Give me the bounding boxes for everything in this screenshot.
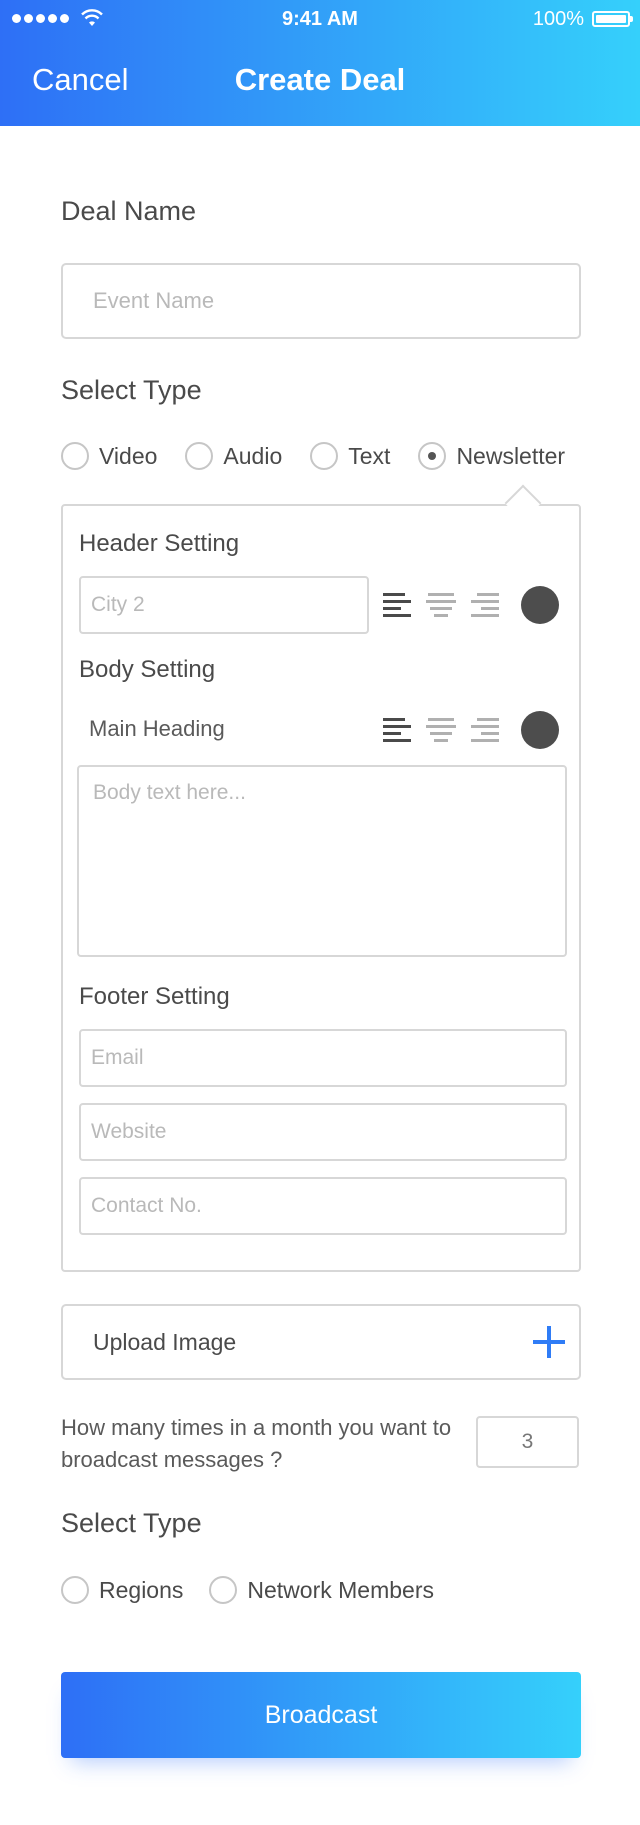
broadcast-button-label: Broadcast	[264, 1700, 378, 1729]
radio-network-members-label: Network Members	[247, 1576, 434, 1603]
broadcast-button[interactable]: Broadcast	[61, 1672, 581, 1758]
radio-video[interactable]: Video	[61, 442, 157, 470]
radio-regions[interactable]: Regions	[61, 1576, 183, 1604]
upload-image-button[interactable]: Upload Image	[61, 1304, 581, 1380]
align-right-icon[interactable]	[469, 718, 499, 742]
align-left-icon[interactable]	[383, 718, 413, 742]
status-bar: 9:41 AM 100%	[0, 8, 640, 32]
broadcast-frequency-input[interactable]: 3	[476, 1416, 579, 1468]
header-setting-label: Header Setting	[79, 530, 240, 557]
email-placeholder: Email	[91, 1046, 144, 1069]
broadcast-frequency-question: How many times in a month you want to br…	[61, 1415, 452, 1472]
radio-circle-selected[interactable]	[418, 442, 447, 470]
header-text-input[interactable]: City 2	[79, 576, 369, 634]
select-type-2-label: Select Type	[61, 1508, 202, 1538]
radio-video-label: Video	[99, 442, 158, 469]
radio-audio-label: Audio	[223, 442, 283, 469]
radio-circle[interactable]	[61, 1576, 89, 1604]
footer-setting-label: Footer Setting	[79, 983, 230, 1010]
radio-newsletter[interactable]: Newsletter	[418, 442, 565, 470]
battery-percentage: 100%	[532, 8, 584, 30]
radio-circle[interactable]	[310, 442, 339, 470]
website-field[interactable]: Website	[79, 1103, 567, 1161]
radio-circle[interactable]	[61, 442, 89, 470]
header-alignment-group	[383, 593, 499, 617]
plus-icon[interactable]	[533, 1326, 565, 1358]
select-type-label: Select Type	[61, 375, 202, 405]
align-left-icon[interactable]	[383, 593, 413, 617]
deal-name-label: Deal Name	[61, 196, 197, 226]
contact-number-field[interactable]: Contact No.	[79, 1177, 567, 1235]
radio-circle[interactable]	[209, 1576, 238, 1604]
body-textarea[interactable]: Body text here...	[77, 765, 567, 957]
audience-radio-group: Regions Network Members	[61, 1576, 434, 1604]
radio-regions-label: Regions	[99, 1576, 184, 1603]
body-setting-label: Body Setting	[79, 656, 216, 683]
align-center-icon[interactable]	[426, 593, 456, 617]
upload-image-label: Upload Image	[93, 1328, 237, 1355]
radio-circle[interactable]	[185, 442, 214, 470]
main-heading-label[interactable]: Main Heading	[89, 716, 225, 742]
radio-text[interactable]: Text	[310, 442, 390, 470]
page-title: Create Deal	[234, 62, 406, 97]
app-header: 9:41 AM 100% Cancel Create Deal	[0, 0, 640, 126]
radio-text-label: Text	[348, 442, 391, 469]
body-text-placeholder: Body text here...	[93, 781, 246, 804]
body-alignment-group	[383, 718, 499, 742]
header-color-picker[interactable]	[521, 586, 559, 624]
deal-name-input[interactable]: Event Name	[61, 263, 581, 339]
radio-audio[interactable]: Audio	[185, 442, 282, 470]
type-radio-group: Video Audio Text Newsletter	[61, 442, 565, 470]
website-placeholder: Website	[91, 1120, 167, 1143]
align-center-icon[interactable]	[426, 718, 456, 742]
contact-placeholder: Contact No.	[91, 1194, 202, 1217]
deal-name-placeholder: Event Name	[93, 288, 215, 313]
battery-icon	[592, 11, 633, 27]
newsletter-settings-panel: Header Setting City 2 Body Setting Main …	[61, 504, 581, 1272]
radio-network-members[interactable]: Network Members	[209, 1576, 434, 1604]
header-text-placeholder: City 2	[91, 593, 145, 616]
email-field[interactable]: Email	[79, 1029, 567, 1087]
radio-newsletter-label: Newsletter	[456, 442, 566, 469]
body-color-picker[interactable]	[521, 711, 559, 749]
align-right-icon[interactable]	[469, 593, 499, 617]
